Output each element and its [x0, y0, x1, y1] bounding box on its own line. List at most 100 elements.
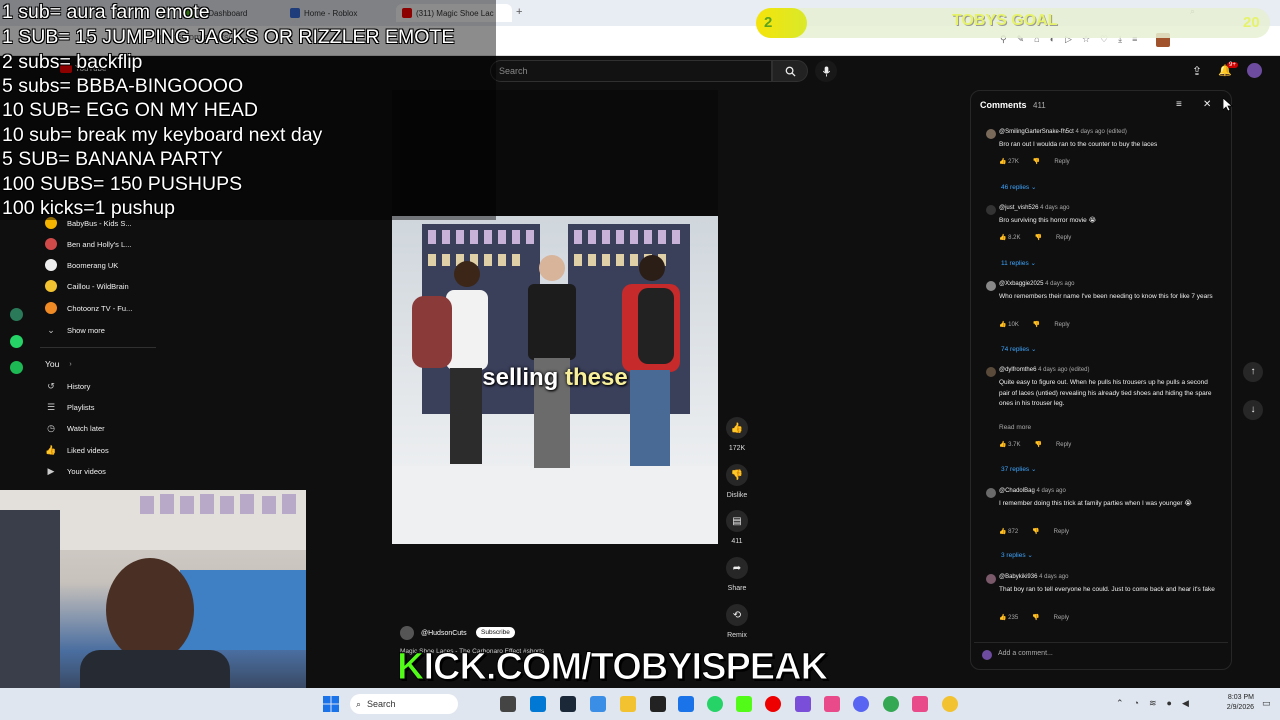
comment-author[interactable]: @Babykiki936 — [999, 574, 1037, 580]
like-comment-button[interactable]: 👍 3.7K — [999, 441, 1020, 448]
upload-icon[interactable]: ⇪ — [1192, 64, 1202, 78]
sub-goal-line: 2 subs= backflip — [2, 51, 143, 73]
whatsapp-icon[interactable] — [707, 696, 723, 712]
avatar[interactable] — [986, 205, 996, 215]
like-comment-button[interactable]: 👍 235 — [999, 614, 1018, 621]
windows-taskbar — [0, 688, 1280, 720]
start-button[interactable] — [323, 696, 339, 712]
like-comment-button[interactable]: 👍 8.2K — [999, 234, 1020, 241]
share-button[interactable]: ➦ Share — [724, 557, 750, 592]
webcam-feed — [0, 490, 306, 720]
reply-button[interactable]: Reply — [1054, 615, 1069, 621]
read-more-link[interactable]: Read more — [999, 424, 1031, 431]
opera-gx-icon[interactable] — [765, 696, 781, 712]
sidebar-subscription-caillou[interactable]: Caillou - WildBrain — [45, 276, 129, 296]
wifi-icon[interactable]: ≋ — [1149, 698, 1157, 709]
reply-button[interactable]: Reply — [1056, 235, 1071, 241]
file-explorer-icon[interactable] — [620, 696, 636, 712]
view-replies-button[interactable]: 3 replies ⌄ — [1001, 551, 1033, 559]
dislike-comment-button[interactable]: 👎 — [1034, 234, 1041, 241]
add-comment-input[interactable]: Add a comment... — [998, 650, 1053, 657]
volume-icon[interactable]: ◀ — [1182, 698, 1189, 709]
like-button[interactable]: 👍 172K — [724, 417, 750, 452]
sidebar-item-label: Playlists — [67, 402, 95, 412]
reply-button[interactable]: Reply — [1054, 529, 1069, 535]
view-replies-button[interactable]: 37 replies ⌄ — [1001, 465, 1036, 473]
chevron-up-icon[interactable]: ⌃ — [1116, 698, 1124, 709]
app-icon[interactable] — [590, 696, 606, 712]
like-comment-button[interactable]: 👍 872 — [999, 528, 1018, 535]
dislike-comment-button[interactable]: 👎 — [1032, 528, 1039, 535]
voice-search-button[interactable] — [815, 60, 837, 82]
network-icon[interactable]: ◔ — [1134, 698, 1139, 709]
whatsapp-icon[interactable] — [10, 335, 23, 348]
app-icon[interactable] — [942, 696, 958, 712]
comment-author[interactable]: @ChadolBag — [999, 488, 1035, 494]
app-icon[interactable] — [912, 696, 928, 712]
sidebar-you-header[interactable]: You › — [45, 354, 72, 374]
chatgpt-icon[interactable] — [10, 308, 23, 321]
view-replies-button[interactable]: 74 replies ⌄ — [1001, 345, 1036, 353]
sidebar-subscription-ben-holly[interactable]: Ben and Holly's L... — [45, 234, 131, 254]
app-icon[interactable] — [678, 696, 694, 712]
next-short-button[interactable]: ↓ — [1243, 400, 1263, 420]
reply-button[interactable]: Reply — [1054, 322, 1069, 328]
app-icon[interactable] — [824, 696, 840, 712]
like-comment-button[interactable]: 👍 27K — [999, 158, 1019, 165]
notifications-center-icon[interactable]: ▭ — [1262, 698, 1271, 709]
like-comment-button[interactable]: 👍 10K — [999, 321, 1019, 328]
reply-button[interactable]: Reply — [1056, 442, 1071, 448]
dislike-comment-button[interactable]: 👎 — [1033, 158, 1040, 165]
sidebar-item-liked-videos[interactable]: 👍 Liked videos — [45, 440, 108, 460]
channel-name[interactable]: @HudsonCuts — [421, 630, 467, 637]
subscribe-button[interactable]: Subscribe — [476, 627, 515, 638]
sidebar-subscription-boomerang[interactable]: Boomerang UK — [45, 255, 118, 275]
dislike-comment-button[interactable]: 👎 — [1034, 441, 1041, 448]
reply-button[interactable]: Reply — [1054, 159, 1069, 165]
task-view-icon[interactable] — [500, 696, 516, 712]
dislike-button[interactable]: 👎 Dislike — [724, 464, 750, 499]
avatar[interactable] — [986, 574, 996, 584]
previous-short-button[interactable]: ↑ — [1243, 362, 1263, 382]
sidebar-item-history[interactable]: ↺ History — [45, 376, 90, 396]
dislike-comment-button[interactable]: 👎 — [1032, 614, 1039, 621]
caption-highlight: these — [565, 364, 628, 391]
avatar[interactable] — [986, 281, 996, 291]
sort-icon[interactable]: ≡ — [1176, 99, 1182, 110]
comments-button[interactable]: ▤ 411 — [724, 510, 750, 545]
avatar[interactable] — [986, 129, 996, 139]
sidebar-show-more[interactable]: ⌄ Show more — [45, 320, 105, 340]
search-button[interactable] — [772, 60, 808, 82]
comment-author[interactable]: @dylfromthe6 — [999, 367, 1036, 373]
mic-icon[interactable]: ● — [1167, 698, 1172, 709]
app-icon[interactable] — [795, 696, 811, 712]
search-input[interactable]: Search — [490, 60, 772, 82]
sidebar-subscription-chotoonz[interactable]: Chotoonz TV - Fu... — [45, 298, 132, 318]
kick-icon[interactable] — [736, 696, 752, 712]
steam-icon[interactable] — [560, 696, 576, 712]
sidebar-item-label: Watch later — [67, 423, 105, 433]
taskbar-search[interactable]: ⌕ Search — [350, 694, 458, 714]
avatar[interactable] — [986, 488, 996, 498]
sidebar-item-your-videos[interactable]: ▶ Your videos — [45, 461, 106, 481]
chrome-icon[interactable] — [883, 696, 899, 712]
clock[interactable]: 8:03 PM 2/9/2026 — [1218, 693, 1254, 713]
epic-games-icon[interactable] — [650, 696, 666, 712]
avatar[interactable] — [986, 367, 996, 377]
channel-avatar[interactable] — [400, 626, 414, 640]
close-icon[interactable]: ✕ — [1203, 99, 1211, 110]
comment-author[interactable]: @SmilingGarterSnake-fh5ct — [999, 129, 1074, 135]
edge-icon[interactable] — [530, 696, 546, 712]
remix-button[interactable]: ⟲ Remix — [724, 604, 750, 639]
dislike-comment-button[interactable]: 👎 — [1033, 321, 1040, 328]
discord-icon[interactable] — [853, 696, 869, 712]
comment-author[interactable]: @just_vish526 — [999, 205, 1038, 211]
spotify-icon[interactable] — [10, 361, 23, 374]
sidebar-item-playlists[interactable]: ☰ Playlists — [45, 397, 95, 417]
view-replies-button[interactable]: 11 replies ⌄ — [1001, 259, 1036, 267]
new-tab-icon[interactable]: + — [516, 6, 522, 18]
view-replies-button[interactable]: 46 replies ⌄ — [1001, 183, 1036, 191]
account-avatar[interactable] — [1247, 63, 1262, 78]
sidebar-item-watch-later[interactable]: ◷ Watch later — [45, 418, 105, 438]
comment-author[interactable]: @Xxbaggie2025 — [999, 281, 1043, 287]
